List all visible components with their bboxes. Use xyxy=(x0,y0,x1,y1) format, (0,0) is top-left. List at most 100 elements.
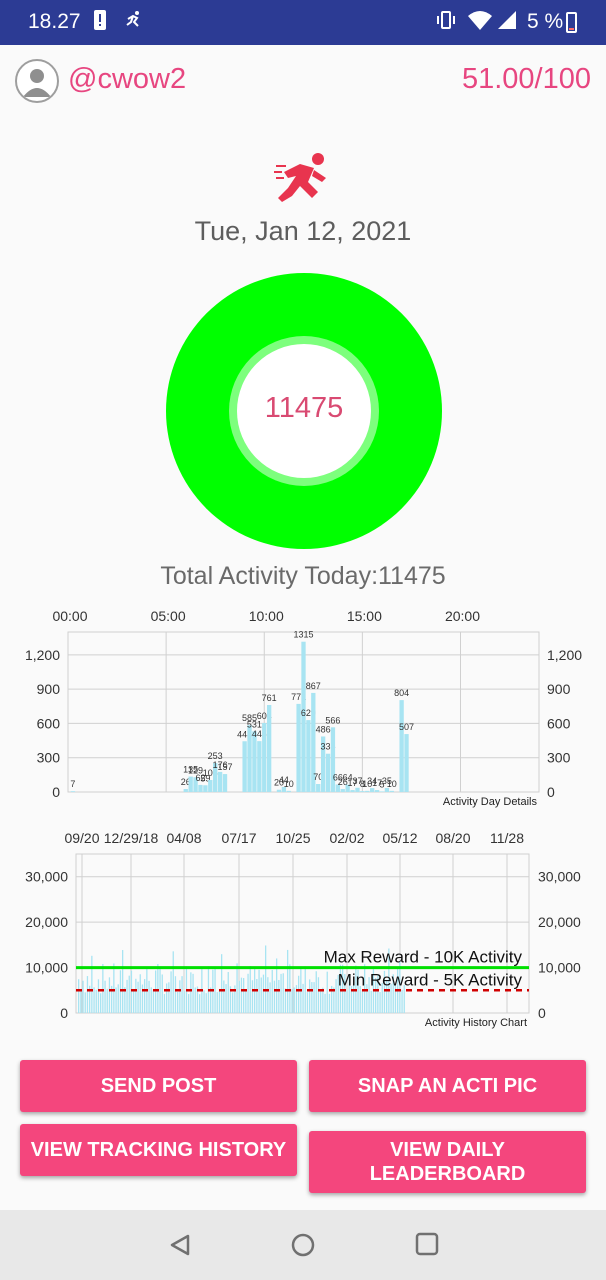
history-bar xyxy=(225,984,227,1013)
history-bar xyxy=(172,951,174,1013)
username[interactable]: @cwow2 xyxy=(68,63,186,96)
history-bar xyxy=(133,990,135,1013)
history-bar xyxy=(271,969,273,1013)
vibrate-icon xyxy=(435,9,457,37)
y-tick-label-left: 900 xyxy=(37,681,61,697)
history-bar xyxy=(80,991,82,1013)
history-bar xyxy=(227,972,229,1013)
view-daily-leaderboard-button[interactable]: VIEW DAILY LEADERBOARD xyxy=(309,1131,586,1193)
history-bar xyxy=(183,990,185,1013)
x-tick-label: 05:00 xyxy=(151,608,186,624)
x-tick-label: 15:00 xyxy=(347,608,382,624)
x-tick-label: 00:00 xyxy=(52,608,87,624)
history-bar xyxy=(284,988,287,1013)
history-bar xyxy=(243,978,245,1013)
send-post-button[interactable]: SEND POST xyxy=(20,1060,297,1112)
bar-value-label: 10 xyxy=(387,779,397,789)
bar-value-label: 157 xyxy=(217,762,232,772)
history-bar xyxy=(317,977,320,1013)
history-bar xyxy=(106,988,108,1013)
x-tick-label: 04/08 xyxy=(166,830,201,846)
min-reward-label: Min Reward - 5K Activity xyxy=(338,970,523,989)
history-bar xyxy=(401,989,403,1013)
activity-bar xyxy=(365,790,370,792)
x-tick-label: 10/25 xyxy=(275,830,310,846)
battery-icon xyxy=(566,12,577,33)
activity-bar xyxy=(374,790,380,792)
activity-value: 11475 xyxy=(264,392,344,424)
history-bar xyxy=(137,981,139,1013)
total-activity-label: Total Activity Today:11475 xyxy=(160,562,446,590)
score-display: 51.00/100 xyxy=(461,63,591,95)
back-icon[interactable] xyxy=(168,1233,192,1257)
history-bar xyxy=(93,987,95,1013)
y-tick-label-left: 20,000 xyxy=(25,914,68,930)
home-icon[interactable] xyxy=(290,1232,316,1258)
y-tick-label-right: 0 xyxy=(538,1005,546,1021)
activity-bar xyxy=(266,705,272,792)
history-bar xyxy=(91,955,93,1013)
history-bar xyxy=(236,963,238,1013)
history-bar xyxy=(130,970,133,1013)
chart-description: Activity Day Details xyxy=(443,796,538,808)
history-bar xyxy=(159,967,161,1013)
history-bar xyxy=(97,979,100,1013)
history-bar xyxy=(155,970,157,1013)
history-bar xyxy=(190,972,192,1013)
activity-bar xyxy=(208,780,213,792)
history-bar xyxy=(214,966,216,1013)
history-bar xyxy=(216,992,218,1013)
bar-value-label: 804 xyxy=(394,688,409,698)
history-bar xyxy=(117,984,119,1013)
activity-bar xyxy=(222,774,228,792)
activity-bar xyxy=(276,789,282,792)
history-bar xyxy=(282,973,284,1013)
avatar[interactable] xyxy=(15,59,59,103)
activity-history-chart: 09/20 12/29/18 04/08 07/17 10/25 02/02 05/12 08… xyxy=(0,822,606,1037)
y-tick-label-right: 600 xyxy=(547,715,571,731)
history-bar xyxy=(324,993,326,1013)
bar-value-label: 10 xyxy=(284,779,294,789)
activity-bar xyxy=(325,753,331,792)
activity-bar xyxy=(340,789,345,792)
history-bar xyxy=(359,986,361,1013)
history-bar xyxy=(251,980,254,1013)
history-bar xyxy=(128,975,130,1013)
history-bar xyxy=(223,980,225,1013)
history-bar xyxy=(287,949,289,1013)
recents-icon[interactable] xyxy=(415,1232,439,1256)
history-bar xyxy=(260,977,262,1013)
history-bar xyxy=(108,977,111,1013)
activity-bar xyxy=(389,790,394,792)
history-bar xyxy=(379,992,381,1013)
history-bar xyxy=(82,980,84,1013)
snap-acti-pic-button[interactable]: SNAP AN ACTI PIC xyxy=(309,1060,586,1112)
history-bar xyxy=(174,976,177,1013)
battery-percent: 5 % xyxy=(527,10,564,33)
history-bar xyxy=(102,963,104,1013)
history-bar xyxy=(152,990,155,1013)
y-tick-label-left: 0 xyxy=(60,1005,68,1021)
history-bar xyxy=(205,993,207,1013)
history-bar xyxy=(256,979,258,1013)
history-bar xyxy=(232,992,234,1013)
history-bar xyxy=(289,964,291,1013)
history-bar xyxy=(278,979,280,1013)
history-bar xyxy=(192,973,194,1013)
history-bar xyxy=(100,993,102,1013)
y-tick-label-left: 30,000 xyxy=(25,869,68,885)
history-bar xyxy=(104,980,106,1013)
bar-value-label: 486 xyxy=(316,724,331,734)
history-bar xyxy=(115,987,117,1013)
y-tick-label-right: 900 xyxy=(547,681,571,697)
alert-icon xyxy=(93,9,107,37)
running-notification-icon xyxy=(124,9,144,35)
history-bar xyxy=(113,963,115,1013)
history-bar xyxy=(122,950,124,1013)
bar-value-label: 1315 xyxy=(293,630,313,640)
history-bar xyxy=(170,971,172,1013)
history-bar xyxy=(306,992,309,1013)
activity-bar xyxy=(360,791,365,792)
view-tracking-history-button[interactable]: VIEW TRACKING HISTORY xyxy=(20,1124,297,1176)
history-bar xyxy=(179,980,181,1013)
